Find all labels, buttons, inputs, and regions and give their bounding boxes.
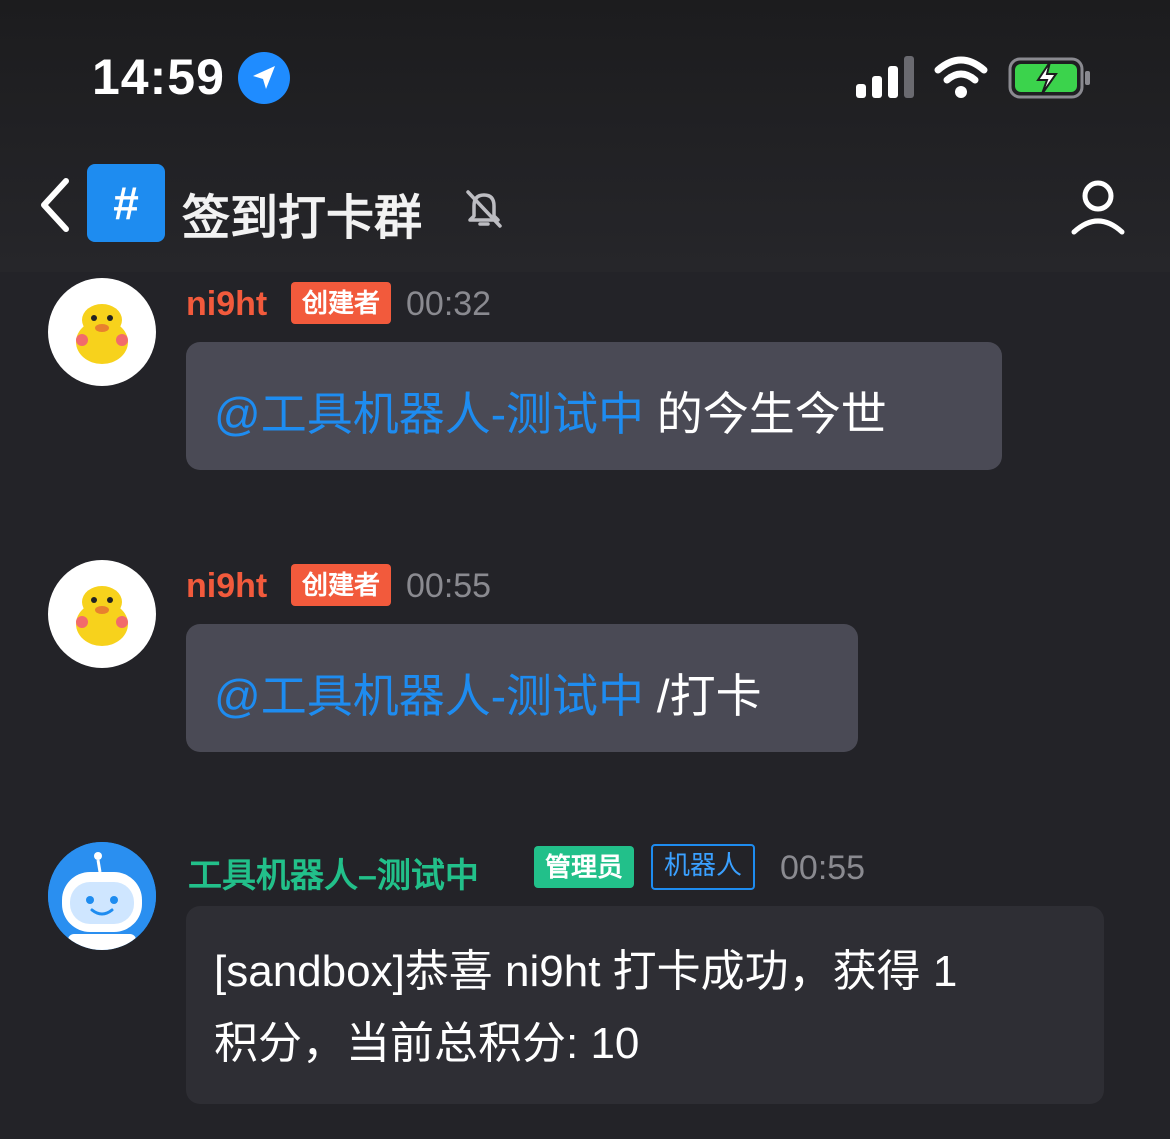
message-text-line: 积分，当前总积分: 10: [214, 1019, 640, 1068]
creator-badge: 创建者: [291, 282, 392, 324]
author-name[interactable]: 工具机器人–测试中: [188, 848, 479, 897]
avatar-ni9ht[interactable]: [48, 278, 156, 386]
message-text: 的今生今世: [644, 388, 887, 440]
bot-mention[interactable]: @工具机器人-测试中: [214, 388, 644, 440]
message-text: /打卡: [644, 670, 762, 722]
top-bar: [0, 0, 1170, 272]
muted-bell-icon: [462, 186, 506, 235]
channel-hash-icon: #: [87, 164, 165, 242]
creator-badge: 创建者: [291, 564, 392, 606]
message-bubble[interactable]: @工具机器人-测试中 的今生今世: [186, 342, 1002, 470]
message-time: 00:32: [406, 285, 492, 323]
message-bubble[interactable]: @工具机器人-测试中 /打卡: [186, 624, 858, 752]
admin-badge: 管理员: [534, 846, 635, 888]
message-time: 00:55: [780, 849, 866, 887]
avatar-bot[interactable]: [48, 842, 156, 950]
status-time: 14:59: [92, 49, 225, 105]
message-time: 00:55: [406, 567, 492, 605]
wifi-icon: [934, 56, 988, 105]
avatar-ni9ht[interactable]: [48, 560, 156, 668]
battery-charging-icon: [1008, 56, 1092, 105]
message-text-line: [sandbox]恭喜 ni9ht 打卡成功，获得 1: [214, 947, 958, 996]
robot-avatar-icon: [48, 842, 156, 950]
back-icon[interactable]: [34, 175, 74, 240]
duck-avatar-icon: [76, 304, 128, 364]
channel-title[interactable]: 签到打卡群: [182, 178, 422, 248]
author-name[interactable]: ni9ht: [186, 285, 267, 324]
cellular-signal-icon: [856, 56, 916, 105]
bot-badge: 机器人: [651, 844, 756, 890]
author-name[interactable]: ni9ht: [186, 567, 267, 606]
location-arrow-icon: [238, 52, 290, 104]
duck-avatar-icon: [76, 586, 128, 646]
message-bubble[interactable]: [sandbox]恭喜 ni9ht 打卡成功，获得 1 积分，当前总积分: 10: [186, 906, 1104, 1104]
member-profile-icon[interactable]: [1068, 176, 1128, 241]
bot-mention[interactable]: @工具机器人-测试中: [214, 670, 644, 722]
